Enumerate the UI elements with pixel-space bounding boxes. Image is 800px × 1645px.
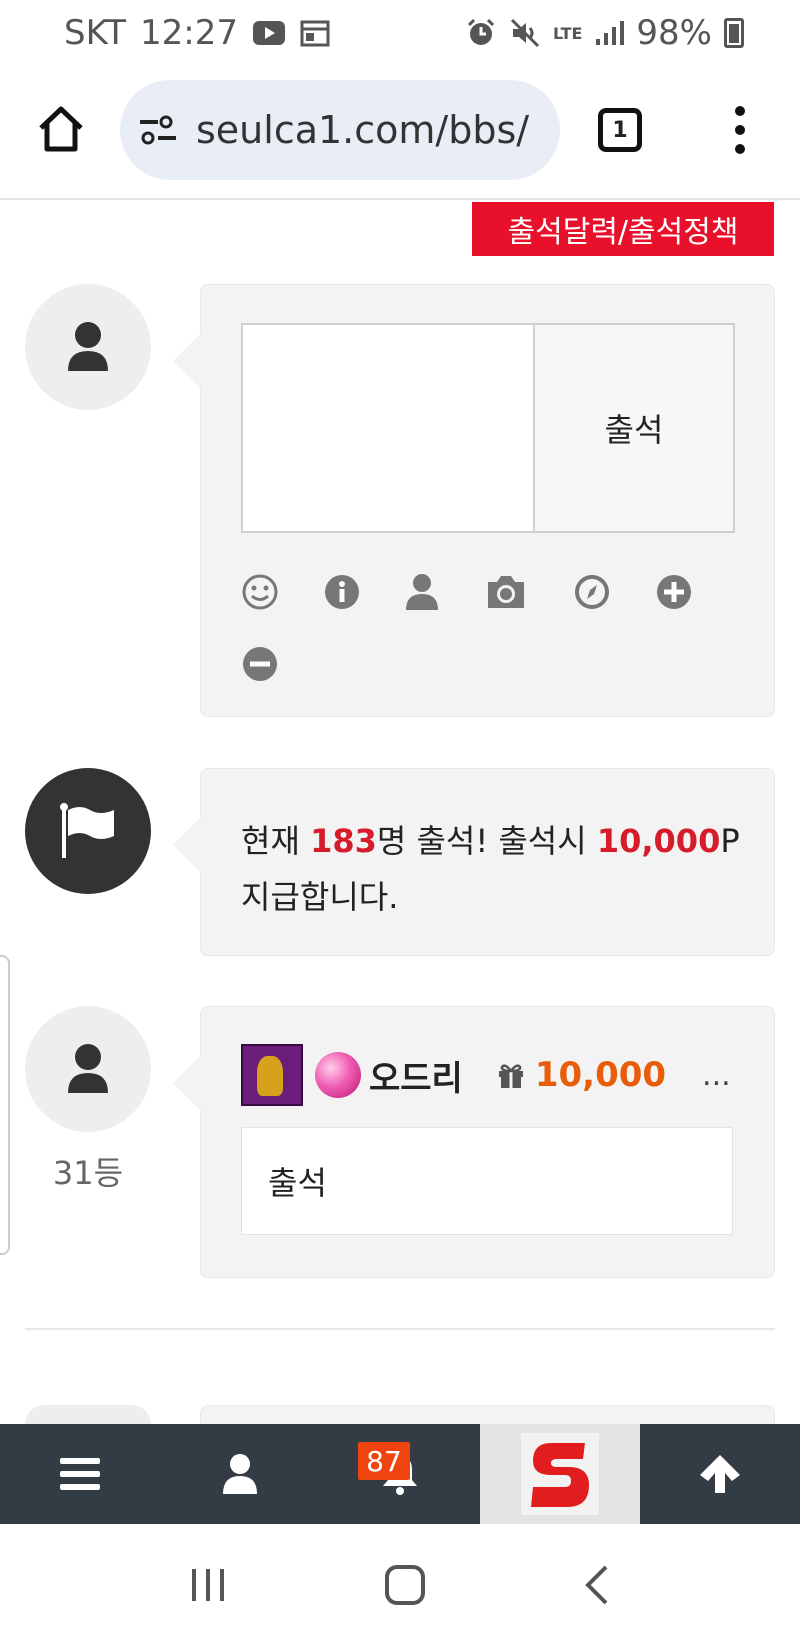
user-icon[interactable]: [401, 571, 443, 613]
clock: 12:27: [140, 13, 238, 53]
recent-apps-icon[interactable]: [188, 1565, 228, 1605]
site-logo-icon: [521, 1433, 599, 1515]
youtube-icon: [253, 21, 285, 45]
attendance-notice: 현재 183명 출석! 출석시 10,000P 지급합니다.: [173, 768, 775, 956]
comment-form: 출석: [173, 284, 775, 717]
site-logo-button[interactable]: [480, 1424, 640, 1524]
browser-toolbar: seulca1.com/bbs/ 1: [0, 66, 800, 200]
info-icon[interactable]: [321, 571, 363, 613]
next-avatar: [25, 1405, 151, 1424]
signal-icon: [596, 21, 625, 45]
user-icon: [68, 322, 108, 371]
status-bar: SKT 12:27 LTE 98%: [0, 0, 800, 66]
battery-percent: 98%: [636, 13, 712, 53]
plus-icon[interactable]: [653, 571, 695, 613]
address-bar[interactable]: seulca1.com/bbs/: [120, 80, 560, 180]
attendance-policy-link[interactable]: 출석달력/출석정책: [472, 202, 774, 256]
carrier-label: SKT: [64, 13, 127, 53]
gift-icon: [498, 1064, 523, 1088]
camera-icon[interactable]: [483, 571, 529, 613]
tab-switcher-button[interactable]: 1: [598, 108, 642, 152]
home-nav-icon[interactable]: [383, 1563, 427, 1607]
network-type: LTE: [553, 23, 583, 43]
nickname[interactable]: 오드리: [369, 1051, 463, 1100]
reward-points: 10,000: [596, 822, 721, 860]
more-options-button[interactable]: ...: [702, 1058, 731, 1093]
site-settings-icon[interactable]: [138, 114, 178, 146]
attendee-count: 183: [310, 822, 377, 860]
notification-badge: 87: [358, 1442, 410, 1480]
url-text: seulca1.com/bbs/: [196, 108, 530, 152]
account-button[interactable]: [160, 1424, 320, 1524]
attendance-entry: 오드리 10,000 ... 출석: [173, 1006, 775, 1278]
home-icon[interactable]: [36, 104, 86, 154]
side-drawer-handle[interactable]: [0, 955, 10, 1255]
earned-points: 10,000: [534, 1055, 667, 1095]
smile-icon[interactable]: [239, 571, 281, 613]
next-entry: [173, 1405, 775, 1510]
attendance-rank: 31등: [52, 1154, 124, 1192]
user-icon: [68, 1044, 108, 1093]
entry-header: 오드리 10,000 ...: [241, 1044, 731, 1106]
calendar-icon: [300, 20, 330, 47]
tab-count: 1: [612, 117, 628, 143]
battery-icon: [724, 18, 744, 48]
divider: [25, 1328, 775, 1330]
system-nav-bar: [0, 1524, 800, 1645]
compass-icon[interactable]: [571, 571, 613, 613]
user-icon: [223, 1454, 257, 1494]
arrow-up-icon: [700, 1455, 740, 1493]
scroll-top-button[interactable]: [640, 1424, 800, 1524]
minus-icon[interactable]: [239, 643, 281, 685]
mute-icon: [510, 18, 540, 48]
user-avatar: [25, 1006, 151, 1132]
level-badge-icon: [241, 1044, 303, 1106]
flag-icon: [60, 803, 114, 858]
browser-menu-button[interactable]: [728, 106, 752, 154]
my-avatar: [25, 284, 151, 410]
menu-button[interactable]: [0, 1424, 160, 1524]
entry-message: 출석: [241, 1127, 733, 1235]
comment-textarea[interactable]: [243, 325, 535, 531]
alarm-icon: [467, 18, 495, 45]
member-orb-icon: [315, 1052, 361, 1098]
back-icon[interactable]: [582, 1563, 612, 1607]
hamburger-icon: [60, 1458, 100, 1490]
notice-text: 현재 183명 출석! 출석시 10,000P 지급합니다.: [241, 822, 740, 916]
attend-submit-button[interactable]: 출석: [535, 325, 733, 531]
notice-avatar: [25, 768, 151, 894]
comment-editor: 출석: [241, 323, 735, 533]
